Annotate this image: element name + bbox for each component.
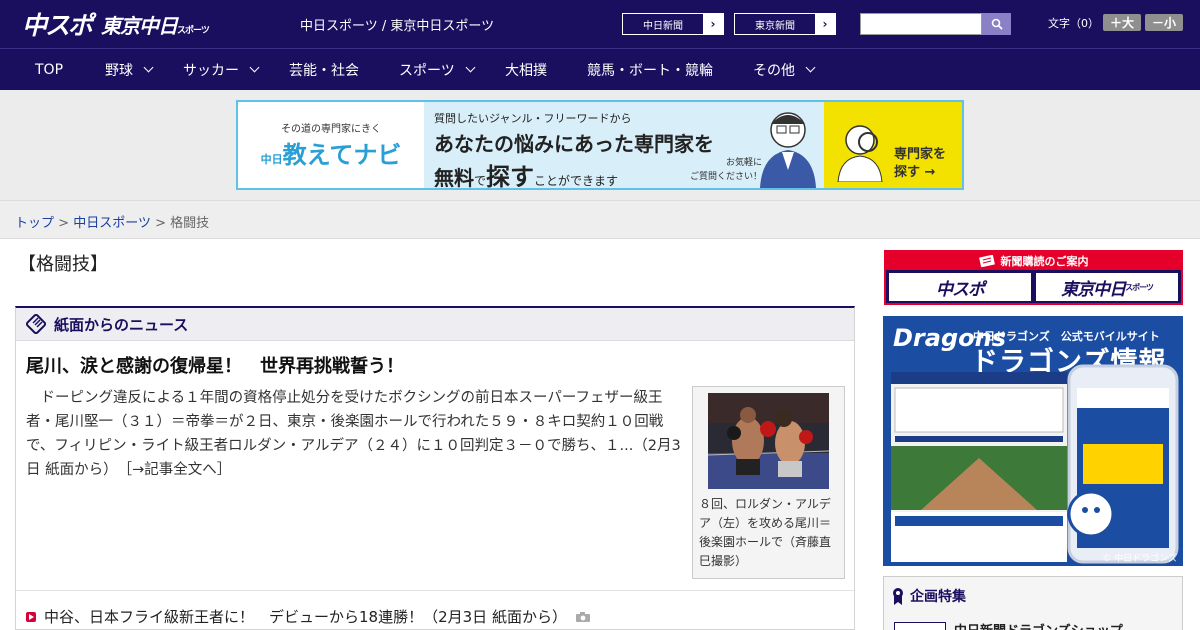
news-section: 紙面からのニュース 尾川、涙と感謝の復帰星！ 世界再挑戦誓う！ ドーピング違反に…	[15, 306, 855, 630]
search-button[interactable]	[982, 13, 1011, 35]
search-form	[860, 13, 1011, 35]
breadcrumb: トップ > 中日スポーツ > 格闘技	[15, 216, 210, 231]
subscription-guide: 新聞購読のご案内 中スポ 東京中日 スポーツ	[884, 250, 1183, 305]
nav-sumo[interactable]: 大相撲	[505, 49, 547, 90]
main-nav: TOP 野球 サッカー 芸能・社会 スポーツ 大相撲 競馬・ボート・競輪 その他	[0, 48, 1200, 90]
feature-header: 企画特集	[892, 586, 966, 606]
find-expert-cta: 専門家を 探す →	[894, 147, 947, 180]
news-section-header: 紙面からのニュース	[16, 308, 854, 341]
chevron-right-icon: ›	[815, 14, 835, 34]
font-size-label: 文字（0）	[1048, 16, 1099, 30]
ad-copy-block: 質問したいジャンル・フリーワードから あなたの悩みにあった専門家を 無料で探すこ…	[424, 102, 824, 191]
chevron-down-icon	[805, 62, 816, 73]
chunichi-shimbun-button[interactable]: 中日新聞 ›	[622, 13, 724, 35]
nav-entertainment[interactable]: 芸能・社会	[289, 49, 359, 90]
article-photo-box: ８回、ロルダン・アルデア（左）を攻める尾川＝後楽園ホールで（斉藤直巳撮影）	[692, 386, 845, 579]
news-section-title: 紙面からのニュース	[54, 315, 189, 334]
subscription-buttons: 中スポ 東京中日 スポーツ	[886, 270, 1181, 304]
page-title: 【格闘技】	[18, 254, 108, 275]
tokyo-shimbun-button[interactable]: 東京新聞 ›	[734, 13, 836, 35]
nav-other[interactable]: その他	[753, 49, 816, 90]
subscribe-tokyo-chunichi-button[interactable]: 東京中日 スポーツ	[1036, 273, 1178, 301]
chevron-down-icon	[249, 62, 260, 73]
top-header: 中スポ 東京中日スポーツ 中日スポーツ / 東京中日スポーツ 中日新聞 › 東京…	[0, 0, 1200, 48]
font-size-control: 文字（0） ＋大 －小	[1048, 14, 1183, 31]
logo-tokyo-chunichi: 東京中日スポーツ	[101, 13, 210, 38]
site-names: 中日スポーツ / 東京中日スポーツ	[300, 19, 495, 34]
chevron-down-icon	[143, 62, 154, 73]
magnifier-person-illustration	[837, 125, 883, 182]
nav-racing[interactable]: 競馬・ボート・競輪	[587, 49, 713, 90]
photo-caption: ８回、ロルダン・アルデア（左）を攻める尾川＝後楽園ホールで（斉藤直巳撮影）	[699, 497, 832, 568]
scoreboard-screenshot	[891, 372, 1067, 562]
article-headline[interactable]: 尾川、涙と感謝の復帰星！ 世界再挑戦誓う！	[26, 352, 404, 378]
subscription-title: 新聞購読のご案内	[886, 252, 1181, 270]
breadcrumb-top[interactable]: トップ	[15, 216, 54, 231]
read-more-link[interactable]: ［→記事全文へ］	[125, 462, 231, 478]
ad-banner-area: その道の専門家にきく 中日教えてナビ 質問したいジャンル・フリーワードから あな…	[0, 90, 1200, 200]
list-item-title: 中谷、日本フライ級新王者に！ デビューから18連勝！（2月3日 紙面から）	[44, 608, 567, 626]
camera-icon	[575, 611, 590, 622]
ribbon-icon	[893, 588, 903, 605]
play-bullet-icon	[26, 611, 36, 622]
breadcrumb-section[interactable]: 中日スポーツ	[73, 216, 151, 231]
subscribe-chuspo-button[interactable]: 中スポ	[889, 273, 1031, 301]
nav-top[interactable]: TOP	[35, 49, 63, 90]
font-larger-button[interactable]: ＋大	[1103, 14, 1141, 31]
list-item[interactable]: 中谷、日本フライ級新王者に！ デビューから18連勝！（2月3日 紙面から）	[26, 606, 591, 627]
boxing-photo[interactable]	[708, 393, 829, 489]
nav-baseball[interactable]: 野球	[105, 49, 154, 90]
feature-thumbnail	[894, 621, 946, 630]
oshiete-navi-ad[interactable]: その道の専門家にきく 中日教えてナビ 質問したいジャンル・フリーワードから あな…	[236, 100, 964, 191]
dragons-mobile-ad[interactable]: Dragons 中日ドラゴンズ 公式モバイルサイト ドラゴンズ情報 © 中日ドラ…	[883, 316, 1183, 566]
smartphone-illustration	[1067, 364, 1179, 564]
site-logo[interactable]: 中スポ 東京中日スポーツ	[22, 8, 210, 40]
advisor-illustration	[760, 112, 816, 188]
font-smaller-button[interactable]: －小	[1145, 14, 1183, 31]
ad-brand: 中日教えてナビ	[260, 141, 402, 169]
ad-cta-block: 専門家を 探す →	[824, 102, 962, 188]
logo-chuspo: 中スポ	[22, 11, 93, 40]
ad-brand-block: その道の専門家にきく 中日教えてナビ	[238, 102, 424, 188]
nav-soccer[interactable]: サッカー	[183, 49, 260, 90]
chevron-right-icon: ›	[703, 14, 723, 34]
ad-tagline: その道の専門家にきく	[281, 124, 381, 135]
divider	[16, 590, 854, 591]
dragons-copyright: © 中日ドラゴンズ	[1102, 554, 1177, 564]
chevron-down-icon	[465, 62, 476, 73]
breadcrumb-bar: トップ > 中日スポーツ > 格闘技	[0, 200, 1200, 239]
feature-item[interactable]: 中日新聞ドラゴンズショップ	[894, 620, 1123, 630]
article-lead: ドーピング違反による１年間の資格停止処分を受けたボクシングの前日本スーパーフェザ…	[26, 390, 681, 478]
nav-sports[interactable]: スポーツ	[399, 49, 476, 90]
newspaper-icon	[978, 255, 995, 267]
search-input[interactable]	[860, 13, 982, 35]
feature-section: 企画特集 中日新聞ドラゴンズショップ	[883, 576, 1183, 630]
search-icon	[991, 18, 1003, 30]
newspaper-icon	[26, 314, 46, 334]
breadcrumb-current: 格闘技	[170, 216, 210, 231]
